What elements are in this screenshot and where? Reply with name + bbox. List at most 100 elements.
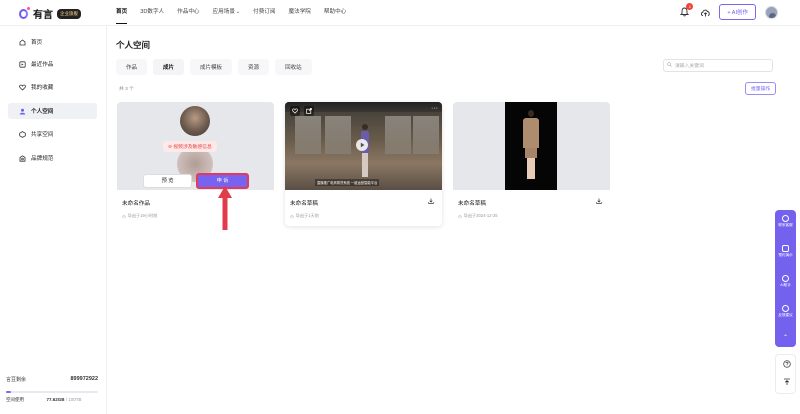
sidebar-item-label: 首页 (31, 40, 43, 46)
home-icon (19, 38, 26, 46)
sensitive-warning-text: 视频涉及敏感信息 (173, 145, 212, 150)
storage-bar (6, 391, 98, 393)
window (295, 116, 321, 154)
tab-recycle-bin[interactable]: 回收站 (275, 59, 312, 75)
robot-icon (782, 275, 789, 282)
headset-icon (782, 305, 789, 312)
ai-assistant-button[interactable]: AI助手 (775, 275, 796, 288)
card-subtitle: ◷ 导出于19小时前 (122, 213, 157, 219)
chevron-up-icon[interactable]: ⌃ (775, 334, 796, 341)
sidebar-item-brand[interactable]: 品牌规范 (8, 150, 97, 166)
nav-item-3d-avatar[interactable]: 3D数字人 (140, 0, 164, 26)
download-icon[interactable] (428, 198, 434, 206)
tab-templates[interactable]: 成片模板 (190, 59, 233, 75)
clock-icon: ◷ (122, 213, 126, 219)
annotation-arrow-icon (218, 186, 232, 230)
page-title: 个人空间 (116, 40, 151, 50)
heart-icon[interactable] (290, 106, 300, 116)
card-title: 未命名草稿 (458, 201, 486, 207)
search-input[interactable]: 请输入关键词 (663, 59, 773, 72)
credits-label: 言豆剩余 (6, 377, 27, 383)
user-avatar[interactable] (765, 5, 778, 19)
sidebar-item-home[interactable]: 首页 (8, 34, 97, 50)
question-icon[interactable] (782, 359, 791, 368)
credits-value: 899972922 (70, 376, 98, 382)
nav-item-works-center[interactable]: 作品中心 (177, 0, 199, 26)
nav-item-help[interactable]: 帮助中心 (324, 0, 346, 26)
quota-panel: 言豆剩余 899972922 空间使用 77.62GB / 100TB (6, 376, 98, 403)
nav-item-subscription[interactable]: 付费订阅 (253, 0, 275, 26)
storage-total: / 100TB (64, 397, 82, 402)
sidebar-item-recent[interactable]: 最近作品 (8, 56, 97, 72)
tab-works[interactable]: 作品 (116, 59, 148, 75)
sidebar-item-favorites[interactable]: 我的收藏 (8, 79, 97, 95)
search-placeholder: 请输入关键词 (675, 64, 704, 69)
video-card[interactable]: ··· 直播推广电商带货系统 一键运营智能平台 未命名草稿 ◷ 导出于1天前 (285, 102, 442, 226)
contact-support-button[interactable]: 联系客服 (775, 215, 796, 228)
back-to-top-icon[interactable] (782, 377, 791, 386)
float-item-label: 联系客服 (778, 223, 793, 227)
search-icon (667, 62, 672, 69)
sidebar-item-label: 品牌规范 (31, 156, 54, 162)
nav-item-academy[interactable]: 魔法学院 (289, 0, 311, 26)
video-thumbnail[interactable]: ⊘ 视频涉及敏感信息 预 览 申 诉 (117, 102, 274, 190)
brand-icon (19, 154, 26, 162)
sidebar-item-personal-space[interactable]: 个人空间 (8, 103, 97, 119)
sidebar: 首页 最近作品 我的收藏 个人空间 共享空间 品牌规范 言豆剩余 8999729… (0, 26, 107, 414)
nav-item-scenarios[interactable]: 应用场景⌄ (213, 0, 241, 26)
main-nav: 首页 3D数字人 作品中心 应用场景⌄ 付费订阅 魔法学院 帮助中心 (116, 0, 359, 26)
cloud-upload-icon[interactable] (698, 5, 712, 19)
tab-finished[interactable]: 成片 (153, 59, 185, 75)
video-card[interactable]: ⊘ 视频涉及敏感信息 预 览 申 诉 未命名作品 ◷ 导出于19小时前 (117, 102, 274, 226)
float-item-label: 预约演示 (778, 253, 793, 257)
item-count: 共 3 个 (119, 87, 134, 92)
storage-bar-fill (6, 391, 11, 393)
nav-item-home[interactable]: 首页 (116, 0, 128, 26)
video-thumbnail[interactable] (453, 102, 610, 190)
window (325, 116, 351, 154)
share-icon (19, 130, 26, 138)
clock-icon: ◷ (290, 213, 294, 219)
sidebar-item-label: 共享空间 (31, 132, 54, 138)
card-title: 未命名作品 (122, 201, 150, 207)
float-item-label: AI助手 (780, 283, 791, 287)
tab-resources[interactable]: 资源 (238, 59, 270, 75)
download-icon[interactable] (596, 198, 602, 206)
feedback-button[interactable]: 反馈建议 (775, 305, 796, 318)
sensitive-warning: ⊘ 视频涉及敏感信息 (163, 141, 217, 152)
recent-icon (19, 60, 26, 68)
bulk-action-button[interactable]: 批量操作 (745, 82, 777, 95)
card-subtitle: ◷ 导出于2024-12-25 (458, 213, 498, 219)
card-title: 未命名草稿 (290, 201, 318, 207)
preview-button[interactable]: 预 览 (143, 174, 192, 188)
thumbnail-avatar (180, 106, 210, 136)
storage-label: 空间使用 (6, 397, 24, 402)
sidebar-item-shared-space[interactable]: 共享空间 (8, 126, 97, 142)
content-tabs: 作品 成片 成片模板 资源 回收站 (116, 59, 318, 75)
video-thumbnail[interactable]: ··· 直播推广电商带货系统 一键运营智能平台 (285, 102, 442, 190)
logo-text: 有言 (33, 10, 53, 21)
sidebar-item-label: 我的收藏 (31, 85, 54, 91)
video-caption: 直播推广电商带货系统 一键运营智能平台 (315, 179, 380, 186)
support-icon (782, 215, 789, 222)
storage-used: 77.62GB (46, 397, 65, 402)
digital-human-figure (361, 124, 370, 180)
credits-row: 言豆剩余 899972922 (6, 376, 98, 383)
play-icon[interactable] (356, 139, 368, 151)
card-export-time: 导出于1天前 (295, 213, 319, 218)
ai-create-button[interactable]: + AI创作 (719, 4, 756, 20)
nav-item-scenarios-label: 应用场景 (212, 9, 235, 15)
logo[interactable]: 有言 企业旗舰 (19, 6, 81, 21)
bell-icon[interactable]: 1 (677, 3, 694, 19)
window (385, 116, 411, 154)
sidebar-item-label: 最近作品 (31, 62, 54, 68)
open-external-icon[interactable] (304, 106, 314, 116)
video-card[interactable]: 未命名草稿 ◷ 导出于2024-12-25 (453, 102, 610, 226)
more-options-icon[interactable]: ··· (431, 105, 438, 112)
notification-count-badge: 1 (686, 3, 694, 10)
sidebar-item-label: 个人空间 (31, 109, 54, 115)
book-demo-button[interactable]: 预约演示 (775, 245, 796, 258)
card-export-time: 导出于2024-12-25 (463, 213, 498, 218)
edition-badge: 企业旗舰 (57, 8, 81, 19)
chevron-down-icon: ⌄ (235, 9, 241, 15)
